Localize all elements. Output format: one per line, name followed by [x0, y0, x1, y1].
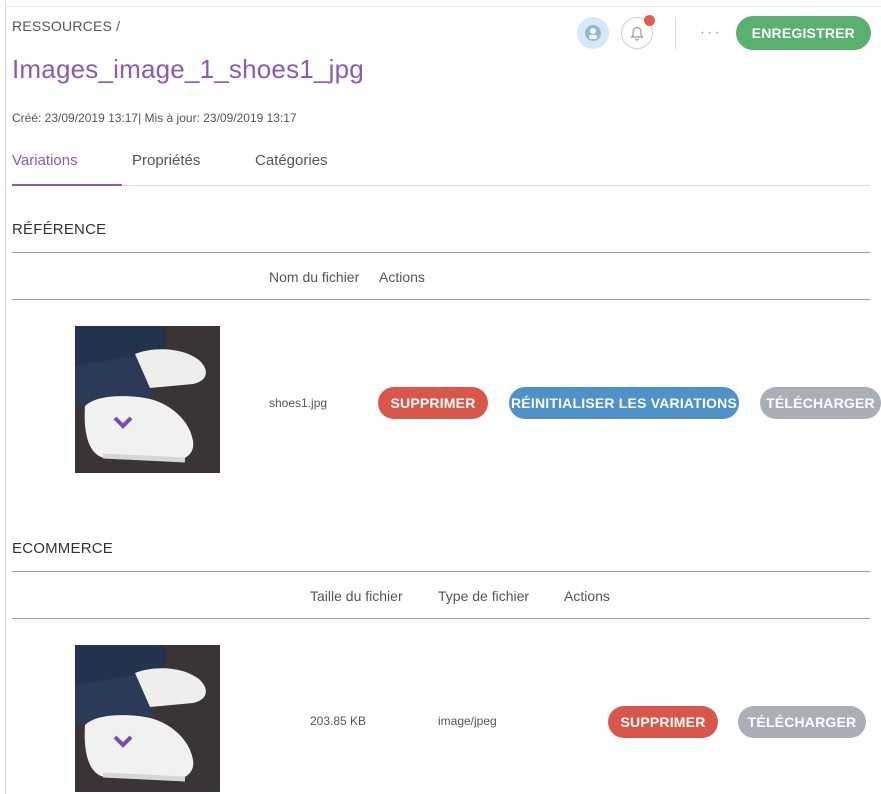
reference-header-top-rule: [12, 252, 870, 253]
reset-variations-button[interactable]: RÉINITIALISER LES VARIATIONS: [509, 387, 739, 419]
ecommerce-delete-button[interactable]: SUPPRIMER: [608, 706, 718, 738]
section-title-reference: RÉFÉRENCE: [12, 221, 107, 238]
shoe-photo-icon: [75, 326, 220, 473]
ecommerce-header-top-rule: [12, 571, 870, 572]
reference-header-bottom-rule: [12, 299, 870, 300]
tab-properties[interactable]: Propriétés: [132, 152, 200, 185]
tab-categories[interactable]: Catégories: [255, 152, 328, 185]
top-panel-border: [5, 6, 881, 7]
shoe-photo-icon: [75, 645, 220, 792]
column-header-file-type: Type de fichier: [438, 588, 530, 604]
more-icon[interactable]: ···: [700, 24, 722, 42]
tab-variations[interactable]: Variations: [12, 152, 122, 186]
tabs: Variations Propriétés Catégories: [12, 152, 870, 186]
page-title: Images_image_1_shoes1_jpg: [12, 54, 364, 84]
ecommerce-header-bottom-rule: [12, 618, 870, 619]
ecommerce-file-size: 203.85 KB: [310, 714, 367, 728]
breadcrumb[interactable]: RESSOURCES /: [12, 18, 120, 34]
column-header-actions: Actions: [379, 269, 425, 285]
created-updated-dates: Créé: 23/09/2019 13:17| Mis à jour: 23/0…: [12, 111, 297, 125]
header-divider: [674, 17, 676, 49]
reference-delete-button[interactable]: SUPPRIMER: [378, 387, 488, 419]
column-header-actions-ecommerce: Actions: [564, 588, 610, 604]
avatar-icon: [584, 25, 601, 41]
ecommerce-download-button[interactable]: TÉLÉCHARGER: [738, 706, 866, 738]
reference-filename: shoes1.jpg: [269, 396, 328, 410]
left-panel-border: [5, 0, 6, 794]
bell-icon: [630, 26, 644, 41]
reference-image-thumbnail: [75, 326, 220, 473]
column-header-filename: Nom du fichier: [269, 269, 360, 285]
header-actions: ··· ENREGISTRER: [576, 15, 871, 50]
save-button[interactable]: ENREGISTRER: [735, 16, 871, 50]
section-title-ecommerce: ECOMMERCE: [12, 540, 113, 557]
notification-badge: [643, 15, 655, 26]
ecommerce-file-type: image/jpeg: [438, 714, 497, 728]
notifications-button[interactable]: [620, 15, 655, 49]
ecommerce-image-thumbnail: [75, 645, 220, 792]
avatar[interactable]: [576, 17, 609, 49]
column-header-file-size: Taille du fichier: [310, 588, 403, 604]
reference-download-button[interactable]: TÉLÉCHARGER: [760, 387, 881, 419]
